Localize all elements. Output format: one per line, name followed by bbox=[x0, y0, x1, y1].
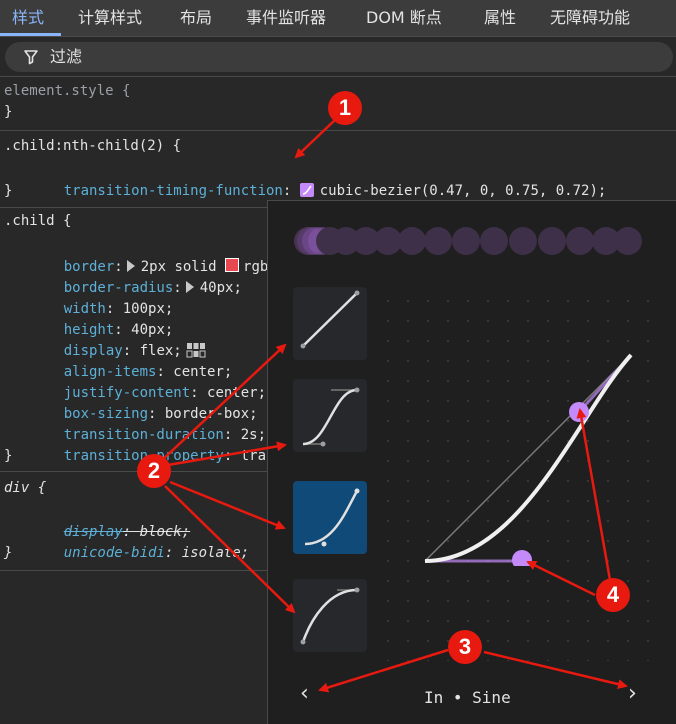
declaration-transition-duration: transition-duration: 2s; bbox=[63, 427, 267, 443]
declaration-display: display: flex; bbox=[30, 320, 206, 359]
filter-bar: 过滤 bbox=[0, 37, 676, 77]
tab-styles[interactable]: 样式 bbox=[12, 0, 44, 36]
rule-close-brace: } bbox=[4, 545, 13, 561]
annotation-badge-2: 2 bbox=[137, 454, 171, 488]
rule-close-brace: } bbox=[4, 183, 13, 199]
previous-preset-button[interactable]: ‹ bbox=[300, 681, 309, 706]
control-point-2-handle[interactable] bbox=[569, 402, 589, 422]
active-tab-indicator bbox=[0, 33, 61, 36]
tab-accessibility[interactable]: 无障碍功能 bbox=[550, 0, 630, 36]
expand-triangle-icon[interactable] bbox=[185, 281, 194, 293]
property-value[interactable]: cubic-bezier(0.47, 0, 0.75, 0.72); bbox=[320, 183, 607, 199]
next-preset-button[interactable]: › bbox=[628, 681, 637, 706]
selector-div: div { bbox=[4, 480, 47, 496]
preset-ease-in-selected[interactable] bbox=[293, 481, 367, 554]
declaration-width: width: 100px; bbox=[63, 301, 174, 317]
ease-out-curve-icon bbox=[300, 587, 360, 645]
property-value: isolate; bbox=[181, 545, 250, 561]
filter-icon bbox=[24, 50, 38, 65]
linear-curve-icon bbox=[300, 290, 360, 349]
rule-close-brace: } bbox=[4, 104, 13, 120]
tab-event-listeners[interactable]: 事件监听器 bbox=[246, 0, 326, 36]
filter-input[interactable]: 过滤 bbox=[5, 42, 673, 72]
selector-nth-child[interactable]: .child:nth-child(2) { bbox=[4, 136, 181, 157]
preset-linear[interactable] bbox=[293, 287, 367, 360]
ease-in-curve-icon bbox=[304, 488, 360, 547]
declaration-display-overridden: display: block; bbox=[63, 524, 191, 540]
annotation-badge-1: 1 bbox=[328, 91, 362, 125]
property-name: unicode-bidi bbox=[63, 545, 165, 561]
tab-layout[interactable]: 布局 bbox=[180, 0, 212, 36]
preset-ease-in-out[interactable] bbox=[293, 379, 367, 452]
annotation-badge-4: 4 bbox=[596, 578, 630, 612]
linear-reference-line bbox=[424, 354, 632, 562]
declaration-align-items: align-items: center; bbox=[63, 364, 233, 380]
rule-close-brace: } bbox=[4, 448, 13, 464]
selector-element-style[interactable]: element.style { bbox=[4, 81, 130, 102]
property-name[interactable]: transition-timing-function bbox=[64, 183, 283, 199]
declaration-border-radius: border-radius: 40px; bbox=[63, 280, 242, 296]
preset-ease-out[interactable] bbox=[293, 579, 367, 652]
declaration-justify-content: justify-content: center; bbox=[63, 385, 267, 401]
rule-nth-child: .child:nth-child(2) { transition-timing-… bbox=[0, 131, 676, 208]
control-point-1-handle[interactable] bbox=[512, 550, 532, 566]
declaration-border: border: 2px solid rgba bbox=[63, 258, 277, 275]
tab-properties[interactable]: 属性 bbox=[484, 0, 516, 36]
declaration-box-sizing: box-sizing: border-box; bbox=[63, 406, 258, 422]
easing-preview-animation bbox=[294, 227, 642, 255]
filter-placeholder: 过滤 bbox=[50, 47, 83, 66]
declaration-unicode-bidi: unicode-bidi: isolate; bbox=[63, 545, 250, 561]
declaration-height: height: 40px; bbox=[63, 322, 174, 338]
property-value[interactable]: 40px; bbox=[200, 280, 242, 296]
tab-dom-breakpoints[interactable]: DOM 断点 bbox=[366, 0, 442, 36]
ease-in-out-curve-icon bbox=[302, 387, 360, 447]
selector-child[interactable]: .child { bbox=[4, 211, 71, 232]
declaration-transition-property: transition-property: trans bbox=[30, 425, 283, 464]
annotation-badge-3: 3 bbox=[448, 630, 482, 664]
bezier-curve-editor[interactable] bbox=[418, 351, 638, 566]
preset-name-label: In • Sine bbox=[424, 688, 511, 707]
panel-tab-bar: 样式 计算样式 布局 事件监听器 DOM 断点 属性 无障碍功能 bbox=[0, 0, 676, 37]
tab-computed[interactable]: 计算样式 bbox=[78, 0, 142, 36]
declaration-timing-function: transition-timing-function: cubic-bezier… bbox=[63, 183, 607, 199]
bezier-editor-swatch-icon[interactable] bbox=[299, 183, 314, 197]
